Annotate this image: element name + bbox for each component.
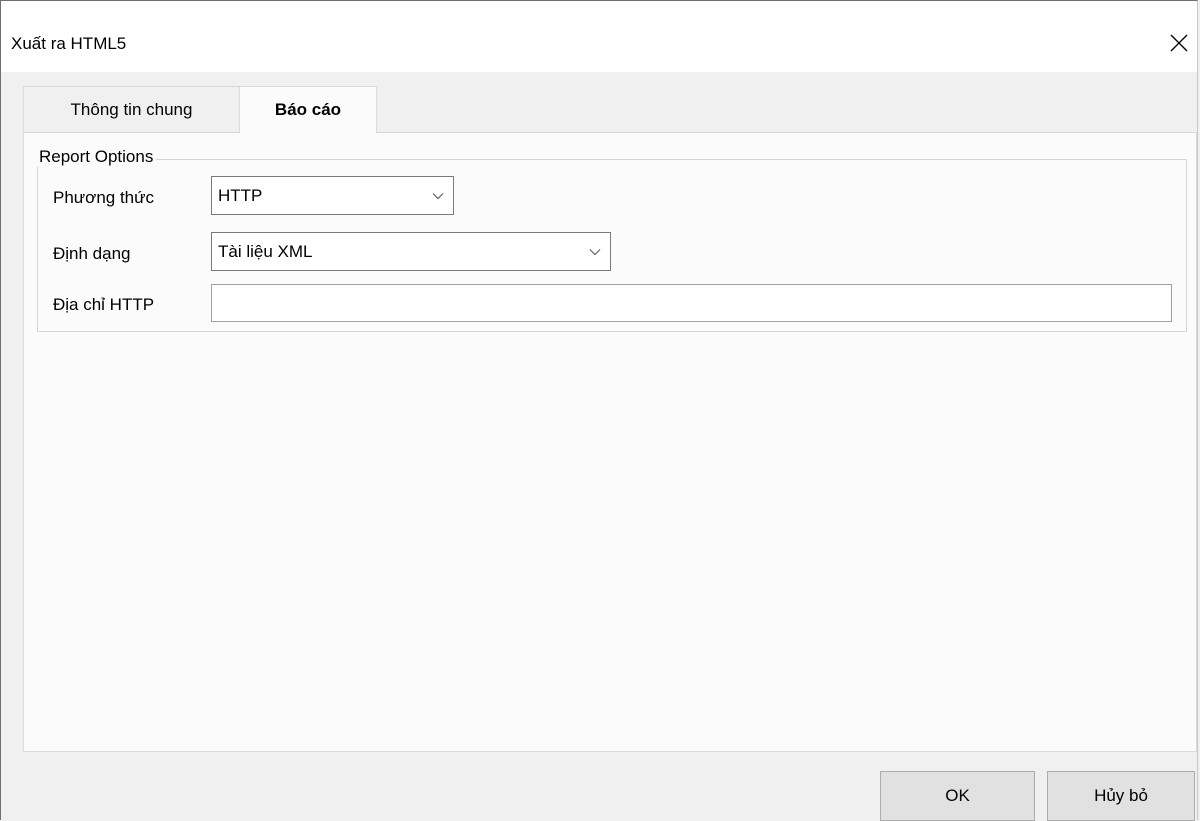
chevron-down-icon <box>580 248 610 256</box>
tab-report-label: Báo cáo <box>274 100 342 119</box>
format-label: Định dạng <box>53 244 131 263</box>
ok-button[interactable]: OK <box>880 771 1035 821</box>
tab-general-info[interactable]: Thông tin chung <box>23 86 239 132</box>
cancel-button[interactable]: Hủy bỏ <box>1047 771 1195 821</box>
window-title: Xuất ra HTML5 <box>11 34 127 53</box>
http-address-label: Địa chỉ HTTP <box>53 295 155 314</box>
tab-general-info-label: Thông tin chung <box>70 99 193 119</box>
chevron-down-icon <box>423 192 453 200</box>
format-dropdown[interactable]: Tài liệu XML <box>211 232 611 271</box>
method-label: Phương thức <box>53 188 155 207</box>
title-bar: Xuất ra HTML5 <box>1 1 1197 72</box>
export-dialog: Xuất ra HTML5 Thông tin chung Báo cáo Re… <box>0 0 1198 821</box>
method-dropdown[interactable]: HTTP <box>211 176 454 215</box>
tab-report[interactable]: Báo cáo <box>239 86 377 133</box>
report-options-title: Report Options <box>36 147 157 167</box>
report-tab-page: Report Options Phương thức HTTP Định dạn… <box>23 132 1197 752</box>
format-value: Tài liệu XML <box>218 241 313 261</box>
close-icon <box>1170 34 1188 52</box>
close-button[interactable] <box>1161 23 1197 63</box>
http-address-input[interactable] <box>211 284 1172 322</box>
method-value: HTTP <box>218 185 263 205</box>
